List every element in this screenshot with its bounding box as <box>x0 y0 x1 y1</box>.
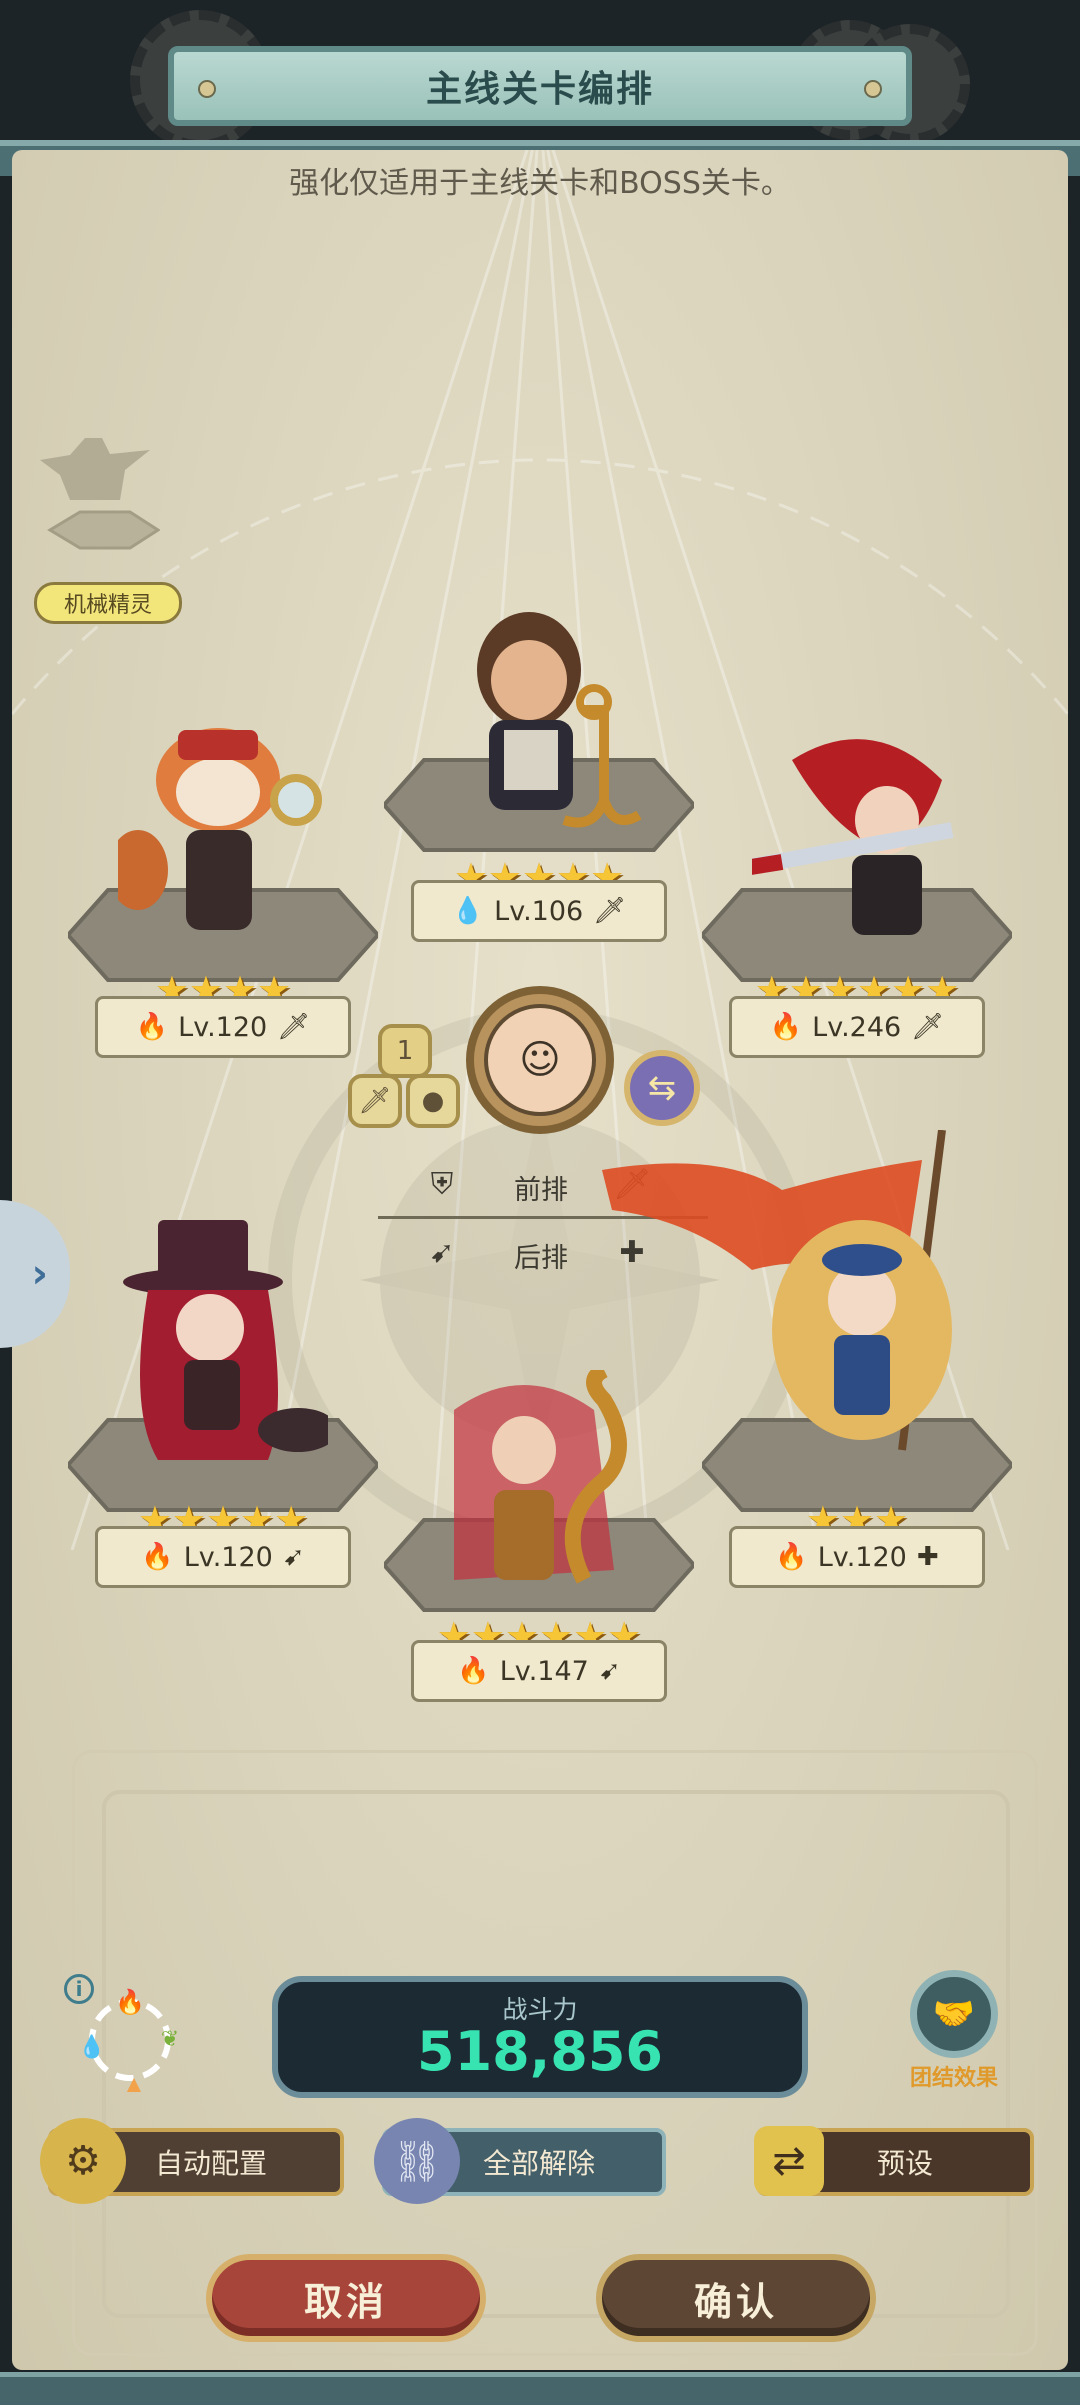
hero-level: Lv.120 <box>817 1541 907 1573</box>
unlink-chain-icon: ⛓ <box>374 2118 460 2204</box>
heal-icon: ✚ <box>916 1542 939 1572</box>
cancel-label: 取消 <box>303 2279 388 2324</box>
leader-slot-number-text: 1 <box>396 1036 414 1066</box>
hero-portrait-red-panda-detective <box>118 728 322 930</box>
clear-all-label: 全部解除 <box>482 2147 595 2180</box>
water-drop-icon: 💧 <box>78 2034 105 2060</box>
preset-arrows-icon: ⇄ <box>754 2126 824 2196</box>
leaf-icon: ❦ <box>161 2027 179 2052</box>
fire-icon: 🔥 <box>135 1012 169 1042</box>
sword-skill-slot[interactable]: 🗡 <box>348 1074 402 1128</box>
preset-label: 预设 <box>876 2147 933 2180</box>
hero-slot-3[interactable]: ★★★★★★ 🔥 Lv.246 🗡 <box>702 700 1012 1060</box>
clear-all-button[interactable]: ⛓ 全部解除 <box>374 2118 666 2204</box>
hero-level-box: 💧 Lv.106 🗡 <box>411 880 667 942</box>
fire-icon: 🔥 <box>769 1012 803 1042</box>
leader-face-avatar: ☺ <box>484 1004 596 1116</box>
confirm-label: 确认 <box>693 2279 778 2324</box>
hero-level-box: 🔥 Lv.120 ✚ <box>729 1526 985 1588</box>
hero-portrait-pirate <box>477 612 642 828</box>
hero-slot-1[interactable]: ★★★★★ 💧 Lv.106 🗡 <box>384 600 694 950</box>
hero-level-box: 🔥 Lv.120 🗡 <box>95 996 351 1058</box>
leader-portrait[interactable]: ☺ <box>466 986 614 1134</box>
cancel-button[interactable]: 取消 <box>206 2254 486 2342</box>
hero-portrait-red-hair-swordswoman <box>752 739 954 935</box>
swap-arrows-icon: ⇆ <box>647 1068 677 1108</box>
hero-slot-4[interactable]: ★★★★★ 🔥 Lv.120 ➹ <box>68 1200 378 1600</box>
hero-level: Lv.246 <box>812 1011 902 1043</box>
fire-icon: 🔥 <box>115 1988 145 2016</box>
hero-slot-6[interactable]: ★★★★★★ 🔥 Lv.147 ➹ <box>384 1370 694 1710</box>
bow-icon: ➹ <box>282 1542 305 1572</box>
hero-level-box: 🔥 Lv.120 ➹ <box>95 1526 351 1588</box>
hero-portrait-snake-dancer <box>454 1370 627 1584</box>
fire-icon: 🔥 <box>457 1656 490 1686</box>
hero-level-box: 🔥 Lv.147 ➹ <box>411 1640 667 1702</box>
bond-effect-label: 团结效果 <box>909 2066 998 2091</box>
banner-rivet-left <box>198 80 216 98</box>
orb-icon: ● <box>421 1086 445 1116</box>
fire-icon: 🔥 <box>141 1542 174 1572</box>
combat-power-panel: 战斗力 518,856 <box>272 1976 808 2098</box>
leader-slot-number[interactable]: 1 <box>378 1024 432 1078</box>
confirm-button[interactable]: 确认 <box>596 2254 876 2342</box>
hero-level: Lv.120 <box>178 1011 268 1043</box>
preset-button[interactable]: ⇄ 预设 <box>754 2126 1034 2196</box>
power-value: 518,856 <box>417 2020 663 2083</box>
fire-icon: 🔥 <box>775 1542 808 1572</box>
title-banner: 主线关卡编排 <box>168 46 912 126</box>
subtitle-note: 强化仅适用于主线关卡和BOSS关卡。 <box>289 166 791 201</box>
bow-icon: ➹ <box>429 1234 455 1270</box>
bow-icon: ➹ <box>598 1656 621 1686</box>
hero-slot-2[interactable]: ★★★★ 🔥 Lv.120 🗡 <box>68 700 378 1060</box>
banner-rivet-right <box>864 80 882 98</box>
swap-formation-button[interactable]: ⇆ <box>624 1050 700 1126</box>
gear-moon-icon: ⚙ <box>40 2118 126 2204</box>
handshake-icon: 🤝 <box>910 1970 998 2058</box>
hero-portrait-magician-girl <box>123 1220 328 1460</box>
auto-config-label: 自动配置 <box>154 2147 267 2180</box>
hero-level: Lv.120 <box>183 1541 273 1573</box>
hero-level-box: 🔥 Lv.246 🗡 <box>729 996 985 1058</box>
shield-icon: ⛨ <box>430 1166 454 1202</box>
hero-level: Lv.106 <box>494 895 584 927</box>
sword-icon: 🗡 <box>358 1086 392 1116</box>
bond-effect-button[interactable]: 🤝 团结效果 <box>904 1970 1004 2091</box>
hero-level: Lv.147 <box>499 1655 589 1687</box>
sword-icon: 🗡 <box>593 896 627 926</box>
bottom-border <box>0 2372 1080 2405</box>
auto-config-button[interactable]: ⚙ 自动配置 <box>40 2118 344 2204</box>
earth-icon: ▲ <box>126 2073 143 2092</box>
orb-skill-slot[interactable]: ● <box>406 1074 460 1128</box>
element-wheel[interactable]: 🔥 ❦ 💧 ▲ <box>78 1988 182 2092</box>
water-drop-icon: 💧 <box>451 896 485 926</box>
mech-sprite-label[interactable]: 机械精灵 <box>34 582 182 624</box>
chevron-right-icon: › <box>31 1251 48 1297</box>
sword-icon: 🗡 <box>277 1012 311 1042</box>
hero-slot-5[interactable]: ★★★ 🔥 Lv.120 ✚ <box>602 1130 1012 1600</box>
sword-icon: 🗡 <box>911 1012 945 1042</box>
page-title: 主线关卡编排 <box>425 69 654 110</box>
